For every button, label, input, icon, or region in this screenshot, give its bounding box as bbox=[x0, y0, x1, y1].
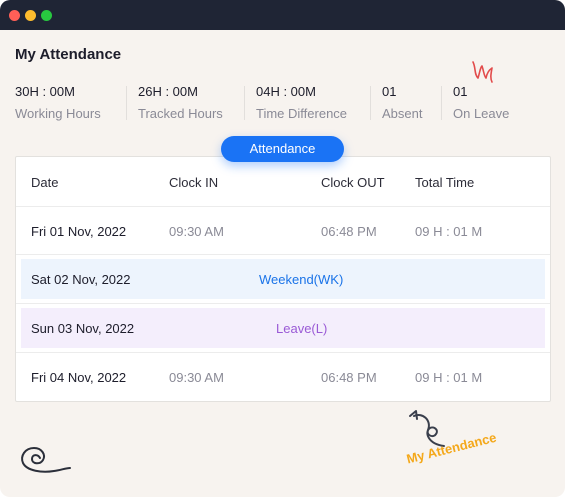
stat-time-difference: 04H : 00M Time Difference bbox=[256, 84, 347, 122]
table-row[interactable]: Fri 04 Nov, 2022 09:30 AM 06:48 PM 09 H … bbox=[21, 357, 545, 397]
attendance-table: Date Clock IN Clock OUT Total Time Fri 0… bbox=[15, 156, 551, 402]
minimize-button[interactable] bbox=[25, 10, 36, 21]
row-total-time: 09 H : 01 M bbox=[415, 370, 483, 385]
stat-value: 30H : 00M bbox=[15, 84, 75, 99]
stat-divider bbox=[441, 86, 442, 120]
row-date: Fri 01 Nov, 2022 bbox=[31, 224, 127, 239]
maximize-button[interactable] bbox=[41, 10, 52, 21]
row-divider bbox=[16, 303, 550, 304]
row-divider bbox=[16, 254, 550, 255]
row-clock-out: 06:48 PM bbox=[321, 370, 377, 385]
table-row[interactable]: Sat 02 Nov, 2022 Weekend(WK) bbox=[21, 259, 545, 299]
stat-absent: 01 Absent bbox=[382, 84, 422, 122]
close-button[interactable] bbox=[9, 10, 20, 21]
stat-value: 26H : 00M bbox=[138, 84, 198, 99]
stat-value: 04H : 00M bbox=[256, 84, 316, 99]
row-clock-out: 06:48 PM bbox=[321, 224, 377, 239]
column-header-total-time: Total Time bbox=[415, 175, 475, 190]
stat-label: Absent bbox=[382, 106, 423, 121]
row-clock-in: 09:30 AM bbox=[169, 224, 224, 239]
table-row[interactable]: Fri 01 Nov, 2022 09:30 AM 06:48 PM 09 H … bbox=[21, 211, 545, 251]
title-bar bbox=[0, 0, 565, 30]
stat-divider bbox=[126, 86, 127, 120]
column-header-clock-out: Clock OUT bbox=[321, 175, 385, 190]
tab-attendance[interactable]: Attendance bbox=[221, 136, 344, 162]
row-status-weekend: Weekend(WK) bbox=[259, 272, 344, 287]
row-total-time: 09 H : 01 M bbox=[415, 224, 483, 239]
app-window: My Attendance 30H : 00M Working Hours 26… bbox=[0, 0, 565, 497]
spiral-icon bbox=[21, 447, 71, 473]
stat-label: Tracked Hours bbox=[138, 106, 223, 121]
stat-value: 01 bbox=[453, 84, 468, 99]
stat-label: Working Hours bbox=[15, 106, 101, 121]
row-status-leave: Leave(L) bbox=[276, 321, 328, 336]
row-divider bbox=[16, 352, 550, 353]
stat-label: Time Difference bbox=[256, 106, 348, 121]
scribble-icon bbox=[472, 61, 493, 83]
column-header-clock-in: Clock IN bbox=[169, 175, 219, 190]
stat-working-hours: 30H : 00M Working Hours bbox=[15, 84, 101, 122]
stat-divider bbox=[244, 86, 245, 120]
stat-tracked-hours: 26H : 00M Tracked Hours bbox=[138, 84, 223, 122]
row-date: Sat 02 Nov, 2022 bbox=[31, 272, 131, 287]
column-header-date: Date bbox=[31, 175, 59, 190]
header-divider bbox=[16, 206, 550, 207]
table-row[interactable]: Sun 03 Nov, 2022 Leave(L) bbox=[21, 308, 545, 348]
stat-value: 01 bbox=[382, 84, 397, 99]
row-clock-in: 09:30 AM bbox=[169, 370, 224, 385]
stat-divider bbox=[370, 86, 371, 120]
page-title: My Attendance bbox=[15, 46, 122, 63]
row-date: Fri 04 Nov, 2022 bbox=[31, 370, 127, 385]
stat-label: On Leave bbox=[453, 106, 510, 121]
row-date: Sun 03 Nov, 2022 bbox=[31, 321, 135, 336]
stat-on-leave: 01 On Leave bbox=[453, 84, 509, 122]
